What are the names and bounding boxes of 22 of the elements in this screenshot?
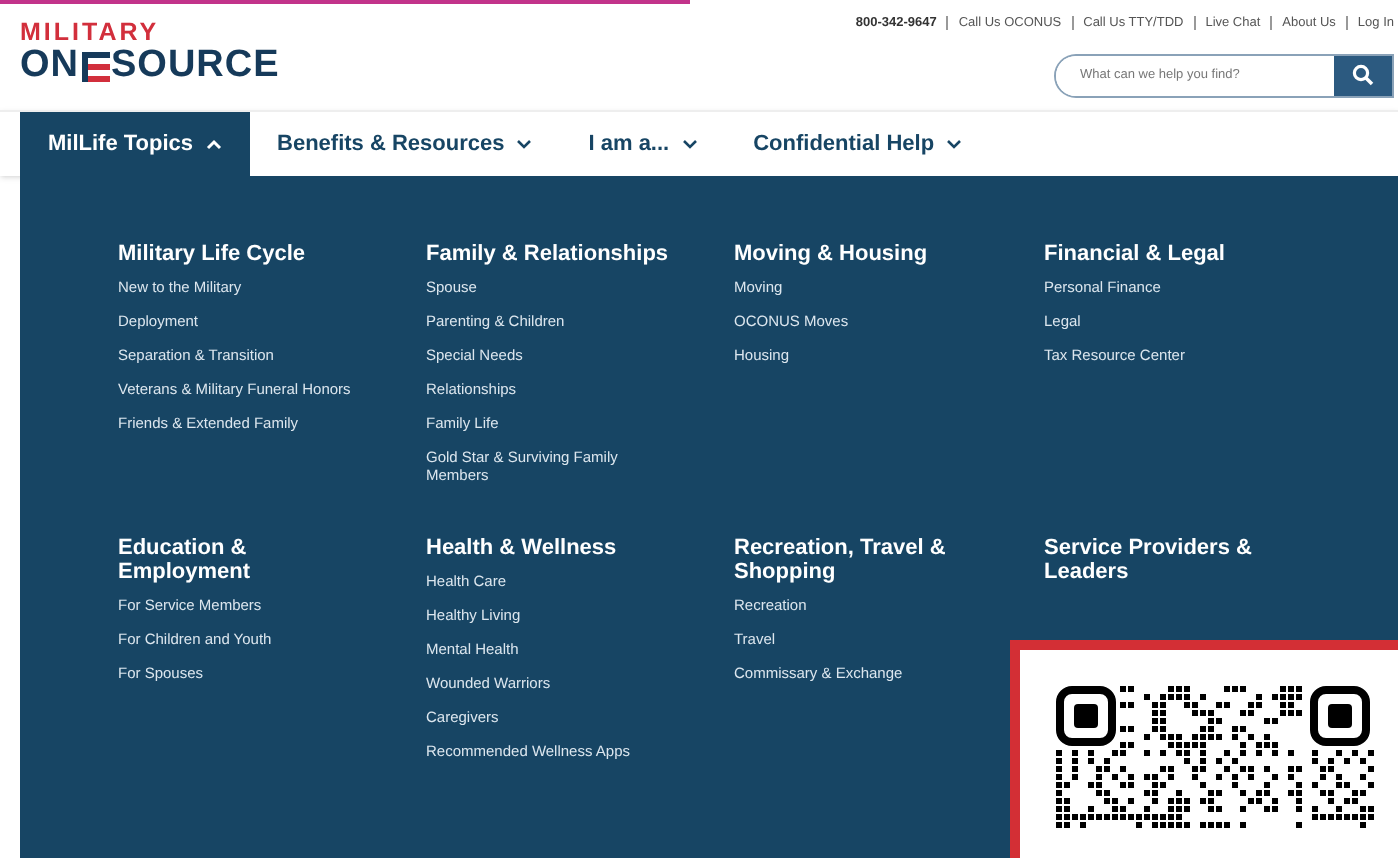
caret-icon	[946, 138, 963, 150]
section-heading[interactable]: Health & Wellness	[426, 536, 682, 560]
caret-icon	[681, 138, 698, 150]
logo-text[interactable]: SOURCE	[111, 46, 280, 86]
section-heading[interactable]: Military Life Cycle	[118, 242, 374, 266]
section-heading[interactable]: Service Providers & Leaders	[1044, 536, 1300, 584]
logo-text[interactable]: ON	[20, 46, 79, 86]
nav-tab[interactable]: MilLife Topics	[20, 112, 250, 176]
search-button[interactable]	[1334, 55, 1392, 96]
nav-tab[interactable]: Benefits & Resources	[249, 112, 561, 176]
section-heading[interactable]: Moving & Housing	[734, 242, 990, 266]
flag-icon	[81, 51, 109, 81]
search-icon	[1352, 64, 1374, 87]
section-heading[interactable]: Family & Relationships	[426, 242, 682, 266]
nav-tab[interactable]: I am a...	[560, 112, 726, 176]
caret-icon	[516, 138, 533, 150]
section-heading[interactable]: Education & Employment	[118, 536, 374, 584]
logo-text[interactable]: MILITARY	[20, 18, 160, 46]
section-heading[interactable]: Recreation, Travel & Shopping	[734, 536, 990, 584]
section-heading[interactable]: Financial & Legal	[1044, 242, 1300, 266]
caret-icon	[205, 138, 222, 150]
nav-tab[interactable]: Confidential Help	[725, 112, 991, 176]
